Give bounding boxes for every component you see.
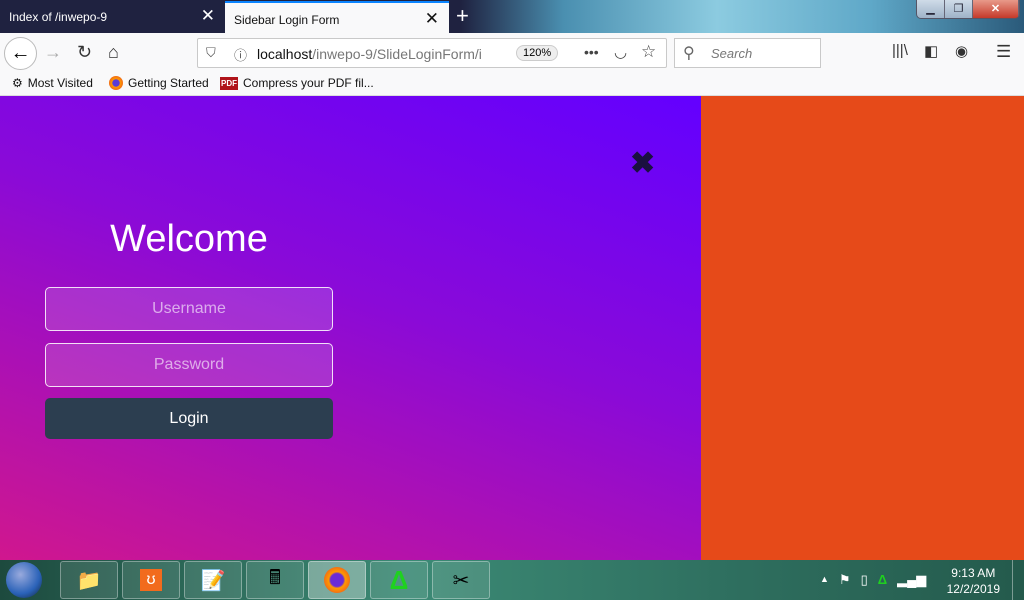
clock-date: 12/2/2019 bbox=[946, 582, 1000, 596]
close-tab-icon[interactable]: ✕ bbox=[425, 9, 439, 29]
page-content: ✖ Welcome Username Password Login bbox=[0, 96, 1024, 560]
tab-label: Index of /inwepo-9 bbox=[9, 10, 108, 24]
bookmark-label: Most Visited bbox=[27, 76, 93, 90]
notepad-plus-plus-icon[interactable]: 📝 bbox=[184, 561, 242, 599]
firefox-icon[interactable] bbox=[308, 561, 366, 599]
tab-bar: Index of /inwepo-9 ✕ Sidebar Login Form … bbox=[0, 0, 1024, 33]
menu-icon[interactable]: ☰ bbox=[996, 42, 1011, 62]
xampp-icon[interactable]: ʊ bbox=[122, 561, 180, 599]
shield-icon[interactable]: ⛉ bbox=[206, 45, 216, 61]
new-tab-button[interactable]: + bbox=[456, 3, 469, 29]
navigation-toolbar: ← → ↻ ⌂ ⛉ ⓘ localhost/inwepo-9/SlideLogi… bbox=[0, 33, 1024, 73]
login-sidebar: ✖ Welcome Username Password Login bbox=[0, 96, 701, 560]
start-button[interactable] bbox=[6, 562, 42, 598]
pdf-icon: PDF bbox=[220, 76, 238, 90]
window-controls: ▁ ❐ ✕ bbox=[916, 0, 1020, 19]
forward-button[interactable]: → bbox=[44, 42, 62, 63]
more-actions-icon[interactable]: ••• bbox=[584, 44, 599, 60]
bookmark-label: Compress your PDF fil... bbox=[243, 76, 374, 90]
power-icon[interactable]: ▯ bbox=[861, 572, 868, 588]
network-signal-icon[interactable]: ▂▄▆ bbox=[897, 572, 926, 588]
bookmark-compress-pdf[interactable]: PDF Compress your PDF fil... bbox=[220, 76, 374, 90]
show-desktop-button[interactable] bbox=[1012, 560, 1024, 600]
password-input[interactable]: Password bbox=[45, 343, 333, 387]
pocket-icon[interactable]: ◡ bbox=[614, 43, 627, 61]
reload-button[interactable]: ↻ bbox=[77, 42, 92, 63]
restore-button[interactable]: ❐ bbox=[945, 0, 973, 18]
clock[interactable]: 9:13 AM 12/2/2019 bbox=[947, 565, 1000, 597]
snipping-tool-icon[interactable]: ✂ bbox=[432, 561, 490, 599]
welcome-heading: Welcome bbox=[110, 218, 268, 260]
search-placeholder: Search bbox=[711, 46, 753, 61]
calculator-icon[interactable]: 🖩 bbox=[246, 561, 304, 599]
tab-sidebar-login[interactable]: Sidebar Login Form ✕ bbox=[225, 1, 449, 33]
bookmark-label: Getting Started bbox=[128, 76, 209, 90]
zoom-level[interactable]: 120% bbox=[516, 45, 559, 61]
username-input[interactable]: Username bbox=[45, 287, 333, 331]
file-explorer-icon[interactable]: 📁 bbox=[60, 561, 118, 599]
close-sidebar-icon[interactable]: ✖ bbox=[630, 146, 655, 181]
system-tray: ▲ ⚑ ▯ Δ ▂▄▆ bbox=[820, 572, 926, 588]
url-host: localhost bbox=[257, 46, 313, 62]
action-center-flag-icon[interactable]: ⚑ bbox=[839, 572, 851, 588]
search-input[interactable]: ⚲ Search bbox=[674, 38, 821, 68]
search-icon: ⚲ bbox=[683, 45, 695, 62]
minimize-button[interactable]: ▁ bbox=[917, 0, 945, 18]
back-button[interactable]: ← bbox=[4, 37, 37, 70]
show-hidden-icons[interactable]: ▲ bbox=[820, 572, 829, 588]
tab-label: Sidebar Login Form bbox=[234, 13, 340, 27]
close-window-button[interactable]: ✕ bbox=[973, 0, 1019, 18]
home-button[interactable]: ⌂ bbox=[108, 42, 119, 63]
bookmark-most-visited[interactable]: ⚙ Most Visited bbox=[12, 76, 93, 90]
library-icon[interactable]: |||\ bbox=[892, 42, 908, 59]
gear-icon: ⚙ bbox=[12, 76, 23, 90]
sidebar-toggle-icon[interactable]: ◧ bbox=[924, 42, 938, 60]
bookmark-getting-started[interactable]: Getting Started bbox=[109, 76, 209, 90]
firefox-icon bbox=[109, 76, 123, 90]
url-path: /inwepo-9/SlideLoginForm/i bbox=[312, 46, 482, 62]
url-bar[interactable]: ⛉ ⓘ localhost/inwepo-9/SlideLoginForm/i … bbox=[197, 38, 667, 68]
info-icon[interactable]: ⓘ bbox=[234, 45, 247, 64]
bookmark-star-icon[interactable]: ☆ bbox=[641, 42, 656, 62]
green-triangle-app-icon[interactable]: Δ bbox=[370, 561, 428, 599]
clock-time: 9:13 AM bbox=[951, 566, 996, 580]
close-tab-icon[interactable]: ✕ bbox=[201, 6, 215, 26]
login-button[interactable]: Login bbox=[45, 398, 333, 439]
taskbar: 📁 ʊ 📝 🖩 Δ ✂ ▲ ⚑ ▯ Δ ▂▄▆ 9:13 AM 12/2/201… bbox=[0, 560, 1024, 600]
bookmarks-toolbar: ⚙ Most Visited Getting Started PDF Compres… bbox=[0, 73, 1024, 96]
green-triangle-tray-icon[interactable]: Δ bbox=[878, 572, 887, 588]
account-icon[interactable]: ◉ bbox=[955, 42, 968, 60]
tab-index[interactable]: Index of /inwepo-9 ✕ bbox=[0, 0, 225, 33]
